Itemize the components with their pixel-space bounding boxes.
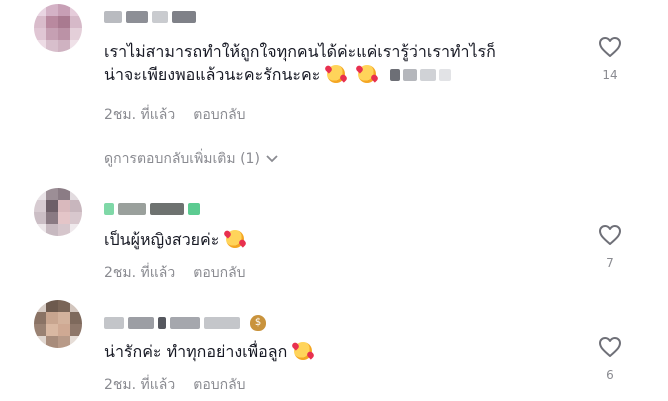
avatar[interactable] — [34, 188, 82, 236]
comment-text: เราไม่สามารถทำให้ถูกใจทุกคนได้ค่ะแค่เราร… — [104, 40, 496, 86]
smiling-face-with-hearts-icon — [358, 65, 377, 83]
reply-button[interactable]: ตอบกลับ — [193, 374, 245, 396]
comment-text: น่ารักค่ะ ทำทุกอย่างเพื่อลูก — [104, 340, 313, 363]
comment-meta: 2ชม. ที่แล้ว ตอบกลับ — [104, 262, 246, 284]
timestamp: 2ชม. ที่แล้ว — [104, 107, 176, 123]
like-button[interactable]: 14 — [596, 36, 624, 82]
comment-text-line: น่ารักค่ะ ทำทุกอย่างเพื่อลูก — [104, 342, 288, 361]
like-button[interactable]: 6 — [596, 336, 624, 382]
chevron-down-icon — [266, 155, 278, 163]
username-blurred[interactable] — [104, 198, 200, 220]
view-more-replies-button[interactable]: ดูการตอบกลับเพิ่มเติม (1) — [104, 148, 278, 170]
heart-outline-icon[interactable] — [598, 224, 622, 246]
smiling-face-with-hearts-icon — [327, 65, 346, 83]
comment-text-line: น่าจะเพียงพอแล้วนะคะรักนะคะ — [104, 65, 321, 84]
smiling-face-with-hearts-icon — [294, 342, 313, 360]
timestamp: 2ชม. ที่แล้ว — [104, 265, 176, 281]
view-more-replies-label: ดูการตอบกลับเพิ่มเติม (1) — [104, 151, 260, 167]
timestamp: 2ชม. ที่แล้ว — [104, 377, 176, 393]
heart-outline-icon[interactable] — [598, 36, 622, 58]
mention-blurred[interactable] — [389, 69, 451, 81]
heart-outline-icon[interactable] — [598, 336, 622, 358]
reply-button[interactable]: ตอบกลับ — [193, 104, 245, 126]
reply-button[interactable]: ตอบกลับ — [193, 262, 245, 284]
username-blurred[interactable]: $ — [104, 312, 266, 334]
like-count: 14 — [602, 68, 618, 82]
comment-text-line: เราไม่สามารถทำให้ถูกใจทุกคนได้ค่ะแค่เราร… — [104, 42, 496, 61]
avatar[interactable] — [34, 4, 82, 52]
smiling-face-with-hearts-icon — [226, 230, 245, 248]
like-count: 7 — [606, 256, 614, 270]
comment-meta: 2ชม. ที่แล้ว ตอบกลับ — [104, 104, 246, 126]
username-blurred[interactable] — [104, 6, 196, 28]
comment-text: เป็นผู้หญิงสวยค่ะ — [104, 228, 245, 251]
comment-meta: 2ชม. ที่แล้ว ตอบกลับ — [104, 374, 246, 396]
comment-text-line: เป็นผู้หญิงสวยค่ะ — [104, 230, 220, 249]
like-button[interactable]: 7 — [596, 224, 624, 270]
avatar[interactable] — [34, 300, 82, 348]
money-bag-icon: $ — [250, 315, 266, 331]
like-count: 6 — [606, 368, 614, 382]
